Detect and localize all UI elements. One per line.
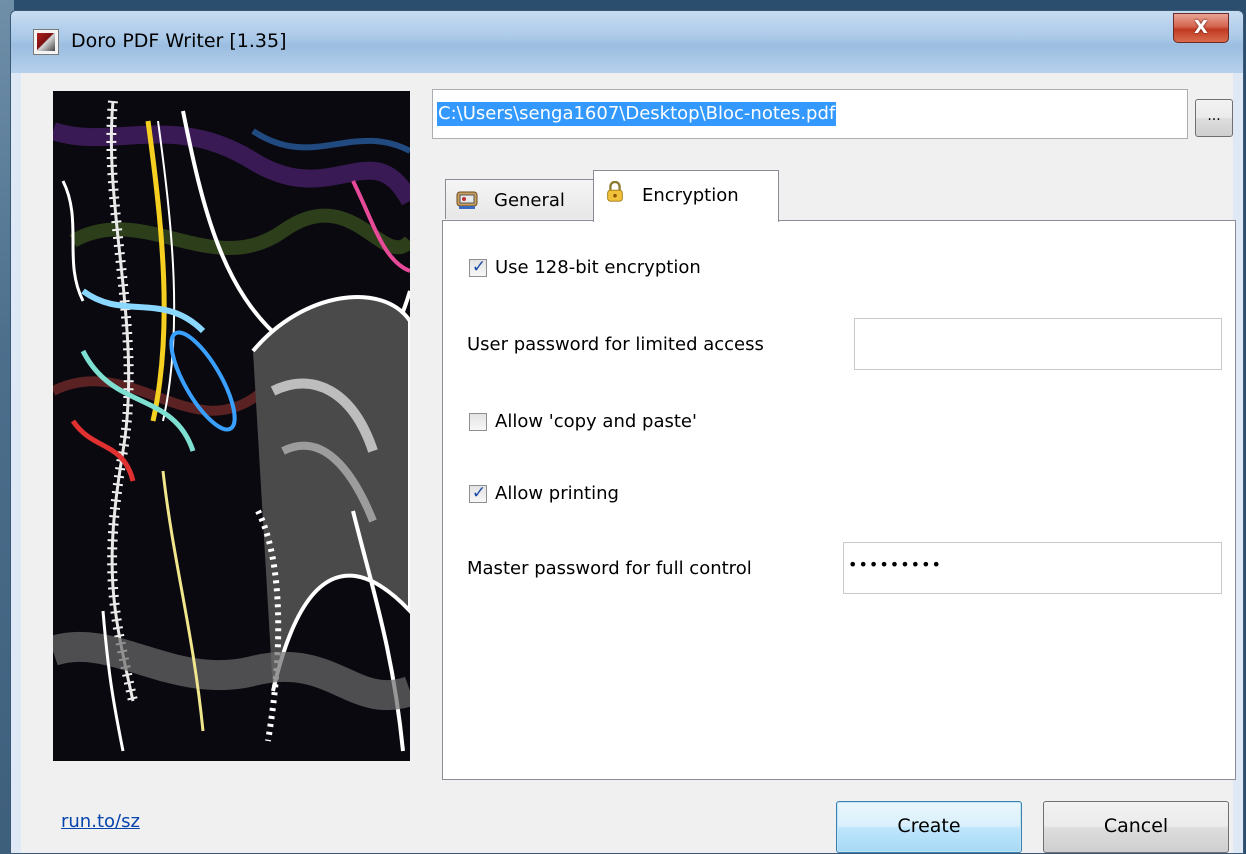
close-button[interactable]: X bbox=[1173, 13, 1229, 43]
master-password-field[interactable]: ••••••••• bbox=[843, 542, 1222, 594]
use-128bit-checkbox[interactable]: ✓ bbox=[469, 257, 487, 277]
tab-general[interactable]: General bbox=[445, 179, 595, 219]
side-artwork-image bbox=[53, 91, 410, 761]
user-password-label: User password for limited access bbox=[467, 334, 764, 355]
lock-icon bbox=[607, 181, 623, 202]
window-title: Doro PDF Writer [1.35] bbox=[71, 30, 287, 52]
dialog-body: C:\Users\senga1607\Desktop\Bloc-notes.pd… bbox=[21, 73, 1236, 853]
tab-encryption-label: Encryption bbox=[642, 185, 739, 206]
master-password-label: Master password for full control bbox=[467, 558, 752, 579]
tab-general-label: General bbox=[494, 190, 565, 211]
use-128bit-label: Use 128-bit encryption bbox=[495, 257, 701, 278]
create-button[interactable]: Create bbox=[836, 801, 1022, 853]
cancel-button[interactable]: Cancel bbox=[1043, 801, 1229, 853]
close-icon: X bbox=[1194, 17, 1208, 38]
allow-printing-label: Allow printing bbox=[495, 483, 619, 504]
general-tab-icon bbox=[456, 191, 478, 209]
master-password-value: ••••••••• bbox=[848, 555, 942, 574]
browse-button[interactable]: ... bbox=[1195, 99, 1233, 137]
app-icon bbox=[33, 29, 59, 55]
website-link[interactable]: run.to/sz bbox=[61, 811, 140, 832]
tab-encryption[interactable]: Encryption bbox=[593, 170, 779, 222]
output-path-value: C:\Users\senga1607\Desktop\Bloc-notes.pd… bbox=[437, 102, 837, 126]
checkmark-icon: ✓ bbox=[471, 483, 487, 503]
title-bar[interactable]: Doro PDF Writer [1.35] X bbox=[11, 11, 1243, 73]
checkmark-icon: ✓ bbox=[471, 257, 487, 277]
allow-copy-paste-checkbox[interactable] bbox=[469, 413, 487, 431]
output-path-input[interactable]: C:\Users\senga1607\Desktop\Bloc-notes.pd… bbox=[432, 89, 1188, 139]
encryption-panel: ✓ Use 128-bit encryption User password f… bbox=[442, 220, 1236, 780]
user-password-field[interactable] bbox=[854, 318, 1222, 370]
allow-printing-checkbox[interactable]: ✓ bbox=[469, 483, 487, 503]
doro-pdf-writer-dialog: Doro PDF Writer [1.35] X C:\Users\senga1… bbox=[10, 10, 1244, 854]
allow-copy-paste-label: Allow 'copy and paste' bbox=[495, 411, 697, 432]
